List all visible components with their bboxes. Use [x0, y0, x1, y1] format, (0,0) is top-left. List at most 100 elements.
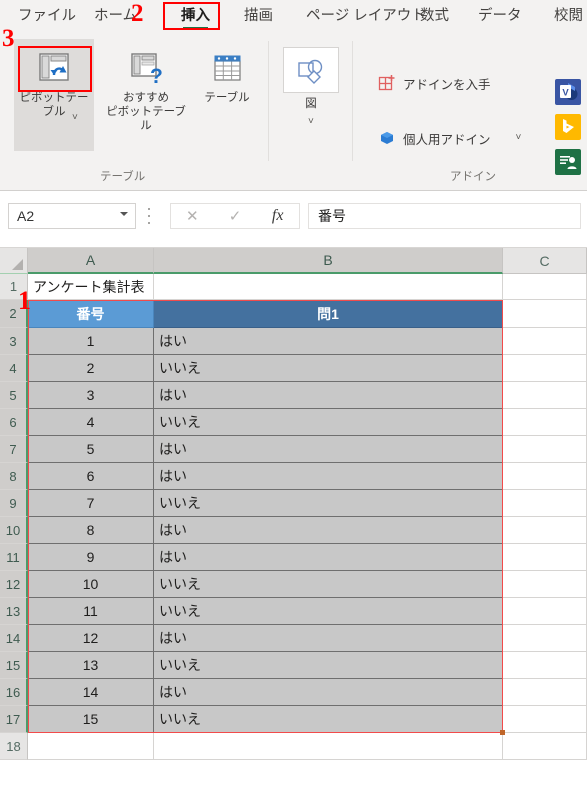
cell-B13-answer[interactable]: いいえ [154, 598, 503, 625]
grid-cell-blank[interactable] [28, 733, 154, 760]
ribbon-tab-1[interactable]: ファイル [12, 3, 82, 29]
grid-cell-blank[interactable] [503, 652, 587, 679]
grid-cell-blank[interactable] [503, 355, 587, 382]
cell-A14-number[interactable]: 12 [28, 625, 154, 652]
cell-A3-number[interactable]: 1 [28, 328, 154, 355]
row-header-8[interactable]: 8 [0, 463, 28, 490]
cell-B12-answer[interactable]: いいえ [154, 571, 503, 598]
cell-A1-title[interactable]: アンケート集計表 [28, 274, 503, 300]
ribbon-tab-7[interactable]: データ [472, 3, 528, 29]
cell-B6-answer[interactable]: いいえ [154, 409, 503, 436]
grid-cell-blank[interactable] [503, 328, 587, 355]
formula-bar-drag-handle[interactable] [148, 208, 151, 224]
column-header-C[interactable]: C [503, 248, 587, 274]
get-addins-button[interactable]: アドインを入手 [378, 71, 491, 95]
ribbon-tab-8[interactable]: 校閲 [548, 3, 587, 29]
bing-maps-icon[interactable] [555, 114, 581, 140]
cell-A13-number[interactable]: 11 [28, 598, 154, 625]
cell-B17-answer[interactable]: いいえ [154, 706, 503, 733]
ribbon-tab-4[interactable]: 描画 [238, 3, 279, 29]
row-header-6[interactable]: 6 [0, 409, 28, 436]
cell-B16-answer[interactable]: はい [154, 679, 503, 706]
illustrations-button[interactable]: 図 ˅ [283, 39, 339, 151]
cell-B11-answer[interactable]: はい [154, 544, 503, 571]
cell-B5-answer[interactable]: はい [154, 382, 503, 409]
grid-cell-blank[interactable] [154, 733, 503, 760]
name-box[interactable]: A2 [8, 203, 136, 229]
cell-B15-answer[interactable]: いいえ [154, 652, 503, 679]
row-header-12[interactable]: 12 [0, 571, 28, 598]
grid-cell-blank[interactable] [503, 571, 587, 598]
cell-A8-number[interactable]: 6 [28, 463, 154, 490]
visio-data-visualizer-icon[interactable]: V [555, 79, 581, 105]
ribbon-tab-6[interactable]: 数式 [414, 3, 455, 29]
row-header-14[interactable]: 14 [0, 625, 28, 652]
cell-A5-number[interactable]: 3 [28, 382, 154, 409]
illustrations-chevron-down-icon[interactable]: ˅ [308, 117, 314, 127]
name-box-chevron-down-icon[interactable] [120, 212, 128, 216]
row-header-15[interactable]: 15 [0, 652, 28, 679]
formula-input[interactable]: 番号 [308, 203, 581, 229]
grid-cell-blank[interactable] [503, 274, 587, 300]
table-button[interactable]: テーブル [196, 39, 258, 151]
row-header-4[interactable]: 4 [0, 355, 28, 382]
grid-cell-blank[interactable] [503, 625, 587, 652]
ribbon-tab-3[interactable]: 挿入 [175, 3, 216, 30]
grid-cell-blank[interactable] [503, 679, 587, 706]
cell-A15-number[interactable]: 13 [28, 652, 154, 679]
cell-A2-header[interactable]: 番号 [28, 300, 154, 328]
cell-A7-number[interactable]: 5 [28, 436, 154, 463]
cell-B2-header[interactable]: 問1 [154, 300, 503, 328]
row-header-3[interactable]: 3 [0, 328, 28, 355]
grid-cell-blank[interactable] [503, 409, 587, 436]
row-header-7[interactable]: 7 [0, 436, 28, 463]
pivot-table-chevron-down-icon[interactable]: ˅ [72, 113, 78, 123]
cancel-icon[interactable]: ✕ [171, 207, 214, 225]
cell-A17-number[interactable]: 15 [28, 706, 154, 733]
grid-cell-blank[interactable] [503, 463, 587, 490]
grid-cell-blank[interactable] [503, 436, 587, 463]
cell-B7-answer[interactable]: はい [154, 436, 503, 463]
cell-A6-number[interactable]: 4 [28, 409, 154, 436]
ribbon-tab-5[interactable]: ページ レイアウト [300, 3, 432, 29]
row-header-5[interactable]: 5 [0, 382, 28, 409]
grid-cell-blank[interactable] [503, 544, 587, 571]
grid-cell-blank[interactable] [503, 490, 587, 517]
pivot-table-button[interactable]: ピボットテー ブル ˅ [14, 39, 94, 151]
grid-cell-blank[interactable] [503, 706, 587, 733]
cell-A4-number[interactable]: 2 [28, 355, 154, 382]
row-header-18[interactable]: 18 [0, 733, 28, 760]
cell-A9-number[interactable]: 7 [28, 490, 154, 517]
my-addins-chevron-down-icon[interactable]: ˅ [516, 133, 522, 143]
grid-cell-blank[interactable] [503, 517, 587, 544]
insert-function-icon[interactable]: fx [256, 207, 299, 225]
cell-B8-answer[interactable]: はい [154, 463, 503, 490]
people-graph-icon[interactable] [555, 149, 581, 175]
recommended-pivot-table-button[interactable]: ? おすすめ ピボットテーブル [104, 39, 188, 151]
column-header-A[interactable]: A [28, 248, 154, 274]
row-header-13[interactable]: 13 [0, 598, 28, 625]
cell-B4-answer[interactable]: いいえ [154, 355, 503, 382]
cell-B10-answer[interactable]: はい [154, 517, 503, 544]
grid-cell-blank[interactable] [503, 733, 587, 760]
cell-A11-number[interactable]: 9 [28, 544, 154, 571]
select-all-corner[interactable] [0, 248, 28, 274]
cell-A10-number[interactable]: 8 [28, 517, 154, 544]
row-header-9[interactable]: 9 [0, 490, 28, 517]
column-header-B[interactable]: B [154, 248, 503, 274]
cell-B9-answer[interactable]: いいえ [154, 490, 503, 517]
enter-icon[interactable]: ✓ [214, 207, 257, 225]
cell-B14-answer[interactable]: はい [154, 625, 503, 652]
row-header-17[interactable]: 17 [0, 706, 28, 733]
row-header-11[interactable]: 11 [0, 544, 28, 571]
grid-cell-blank[interactable] [503, 598, 587, 625]
row-header-10[interactable]: 10 [0, 517, 28, 544]
grid-cell-blank[interactable] [503, 300, 587, 328]
row-header-16[interactable]: 16 [0, 679, 28, 706]
cell-A16-number[interactable]: 14 [28, 679, 154, 706]
cell-A12-number[interactable]: 10 [28, 571, 154, 598]
grid-cell-blank[interactable] [503, 382, 587, 409]
cell-B3-answer[interactable]: はい [154, 328, 503, 355]
my-addins-button[interactable]: 個人用アドイン ˅ [378, 126, 521, 150]
fill-handle[interactable] [500, 730, 505, 735]
